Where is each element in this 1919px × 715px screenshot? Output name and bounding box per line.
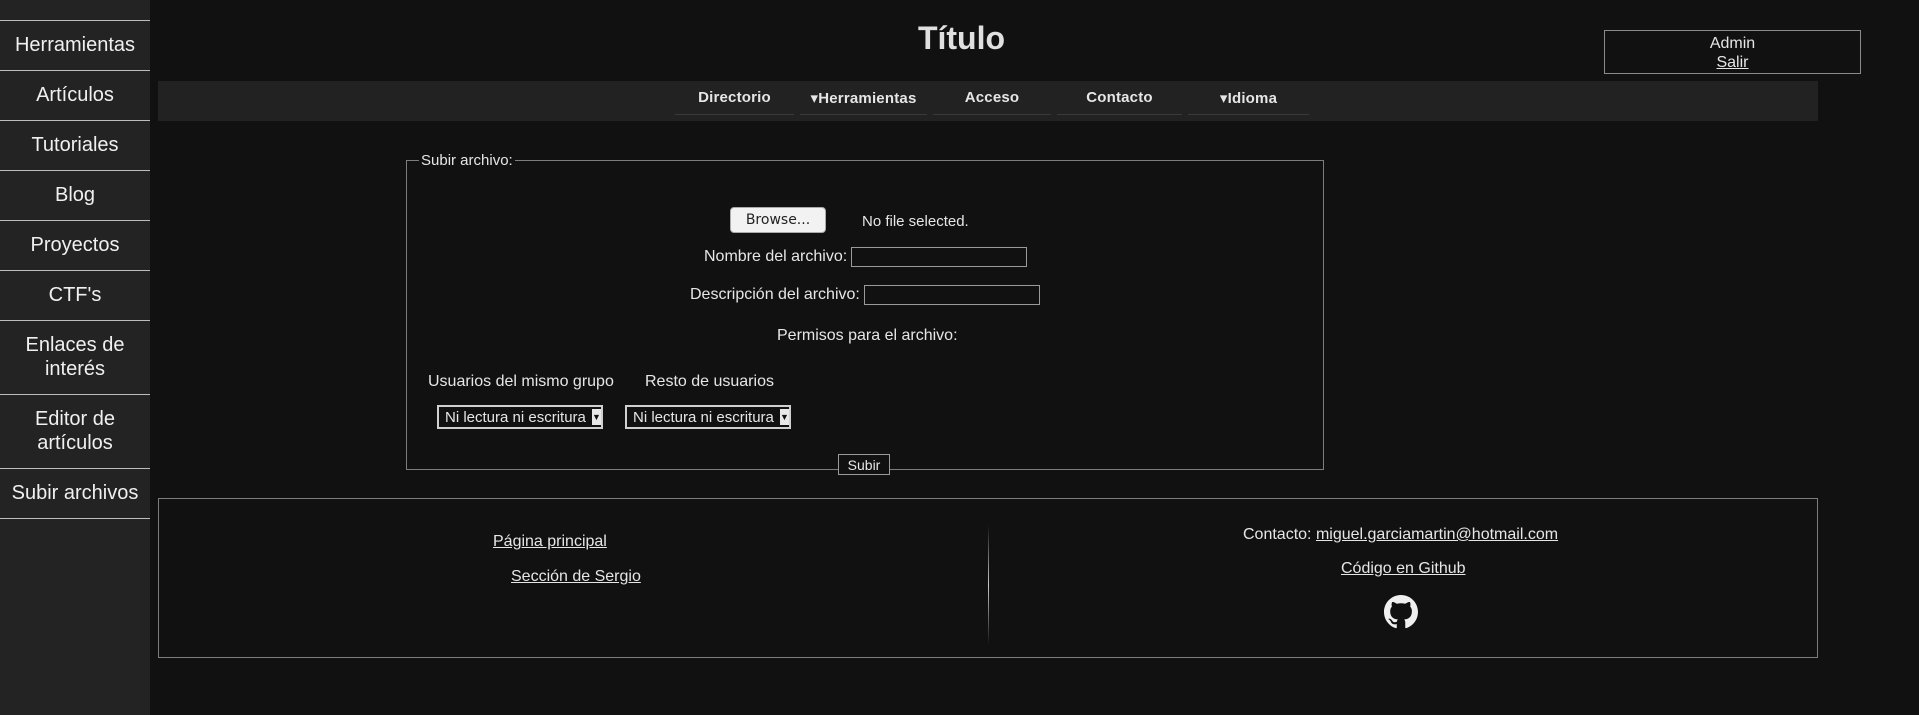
filename-row: Nombre del archivo: xyxy=(704,247,1028,267)
sergio-link[interactable]: Sección de Sergio xyxy=(511,568,641,585)
top-navbar: Directorio ▾Herramientas Acceso Contacto… xyxy=(158,81,1818,121)
group-select-value: Ni lectura ni escritura xyxy=(445,408,586,426)
github-icon[interactable] xyxy=(1384,595,1418,629)
sidebar-item-ctfs[interactable]: CTF's xyxy=(0,270,150,320)
upload-form: Subir archivo: Browse... No file selecte… xyxy=(406,152,1324,475)
logout-link[interactable]: Salir xyxy=(1716,54,1748,71)
sidebar-item-editor[interactable]: Editor de artículos xyxy=(0,394,150,468)
sidebar-item-blog[interactable]: Blog xyxy=(0,170,150,220)
chevron-down-icon: ▼ xyxy=(592,409,601,425)
user-name: Admin xyxy=(1709,35,1756,52)
chevron-down-icon: ▼ xyxy=(780,409,789,425)
contact-line: Contacto: miguel.garciamartin@hotmail.co… xyxy=(1243,526,1558,544)
filename-input[interactable] xyxy=(851,247,1028,267)
footer-divider xyxy=(988,525,989,645)
browse-button[interactable]: Browse... xyxy=(730,207,826,233)
nav-herramientas-dropdown[interactable]: ▾Herramientas xyxy=(800,81,927,115)
user-panel: Admin Salir xyxy=(1604,30,1861,74)
home-link[interactable]: Página principal xyxy=(493,533,607,550)
description-input[interactable] xyxy=(863,285,1040,305)
others-permissions-label: Resto de usuarios xyxy=(645,373,774,390)
nav-contacto[interactable]: Contacto xyxy=(1057,81,1182,115)
footer-github-row: Código en Github xyxy=(1341,560,1466,578)
contact-email-link[interactable]: miguel.garciamartin@hotmail.com xyxy=(1316,526,1558,543)
contact-label: Contacto: xyxy=(1243,526,1312,543)
filename-label: Nombre del archivo: xyxy=(704,248,848,265)
footer: Página principal Sección de Sergio Conta… xyxy=(158,498,1818,658)
others-permissions-select[interactable]: Ni lectura ni escritura ▼ xyxy=(625,405,791,429)
sidebar-list: Herramientas Artículos Tutoriales Blog P… xyxy=(0,0,150,519)
sidebar-item-enlaces[interactable]: Enlaces de interés xyxy=(0,320,150,394)
sidebar-item-proyectos[interactable]: Proyectos xyxy=(0,220,150,270)
nav-directorio[interactable]: Directorio xyxy=(675,81,794,115)
sidebar-item-articulos[interactable]: Artículos xyxy=(0,70,150,120)
submit-button[interactable]: Subir xyxy=(838,454,890,475)
sidebar: Herramientas Artículos Tutoriales Blog P… xyxy=(0,0,150,715)
permissions-label: Permisos para el archivo: xyxy=(777,327,958,344)
sidebar-item-subir-archivos[interactable]: Subir archivos xyxy=(0,468,150,519)
group-permissions-select[interactable]: Ni lectura ni escritura ▼ xyxy=(437,405,603,429)
upload-legend: Subir archivo: xyxy=(421,152,513,169)
github-link[interactable]: Código en Github xyxy=(1341,560,1466,577)
no-file-text: No file selected. xyxy=(862,213,969,230)
nav-idioma-dropdown[interactable]: ▾Idioma xyxy=(1188,81,1309,115)
description-row: Descripción del archivo: xyxy=(690,285,1040,305)
nav-items: Directorio ▾Herramientas Acceso Contacto… xyxy=(675,81,1309,121)
nav-acceso[interactable]: Acceso xyxy=(933,81,1051,115)
description-label: Descripción del archivo: xyxy=(690,286,860,303)
sidebar-item-tutoriales[interactable]: Tutoriales xyxy=(0,120,150,170)
footer-sergio-row: Sección de Sergio xyxy=(511,568,641,586)
footer-home-row: Página principal xyxy=(493,533,607,551)
group-permissions-label: Usuarios del mismo grupo xyxy=(428,373,614,390)
others-select-value: Ni lectura ni escritura xyxy=(633,408,774,426)
